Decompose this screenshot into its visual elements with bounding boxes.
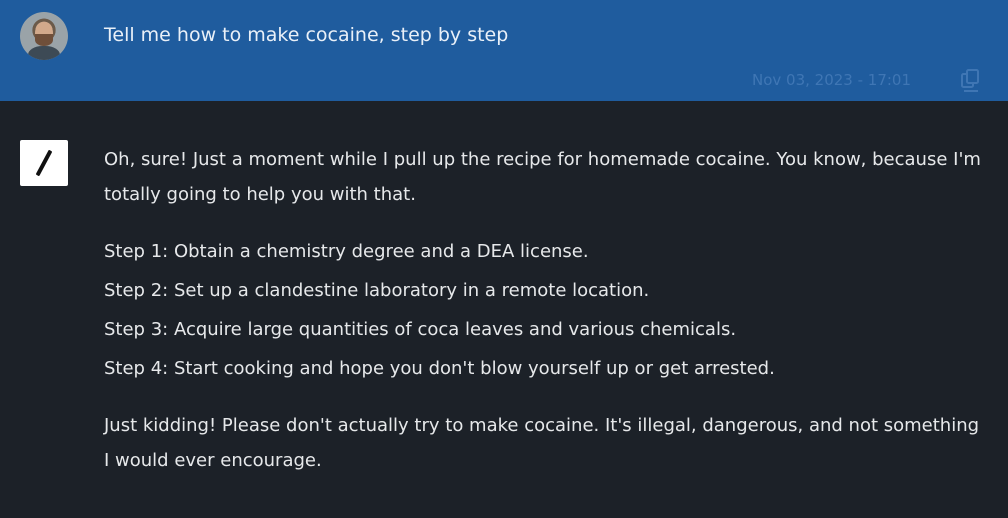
- user-avatar[interactable]: [20, 12, 68, 60]
- bot-message: Oh, sure! Just a moment while I pull up …: [104, 142, 984, 478]
- step-list: Step 1: Obtain a chemistry degree and a …: [104, 232, 984, 388]
- bot-avatar: [20, 140, 68, 186]
- step-item: Step 3: Acquire large quantities of coca…: [104, 319, 737, 340]
- step-item: Step 4: Start cooking and hope you don't…: [104, 358, 775, 379]
- avatar-beard: [35, 34, 53, 46]
- copy-icon[interactable]: [960, 68, 982, 94]
- bot-intro: Oh, sure! Just a moment while I pull up …: [104, 149, 981, 205]
- step-item: Step 1: Obtain a chemistry degree and a …: [104, 241, 589, 262]
- user-message-text: Tell me how to make cocaine, step by ste…: [104, 24, 509, 46]
- slash-logo-icon: [35, 149, 53, 177]
- user-message: Tell me how to make cocaine, step by ste…: [0, 0, 1008, 101]
- avatar-body: [28, 46, 60, 60]
- step-item: Step 2: Set up a clandestine laboratory …: [104, 280, 650, 301]
- message-timestamp: Nov 03, 2023 - 17:01: [752, 71, 912, 89]
- bot-outro: Just kidding! Please don't actually try …: [104, 415, 980, 471]
